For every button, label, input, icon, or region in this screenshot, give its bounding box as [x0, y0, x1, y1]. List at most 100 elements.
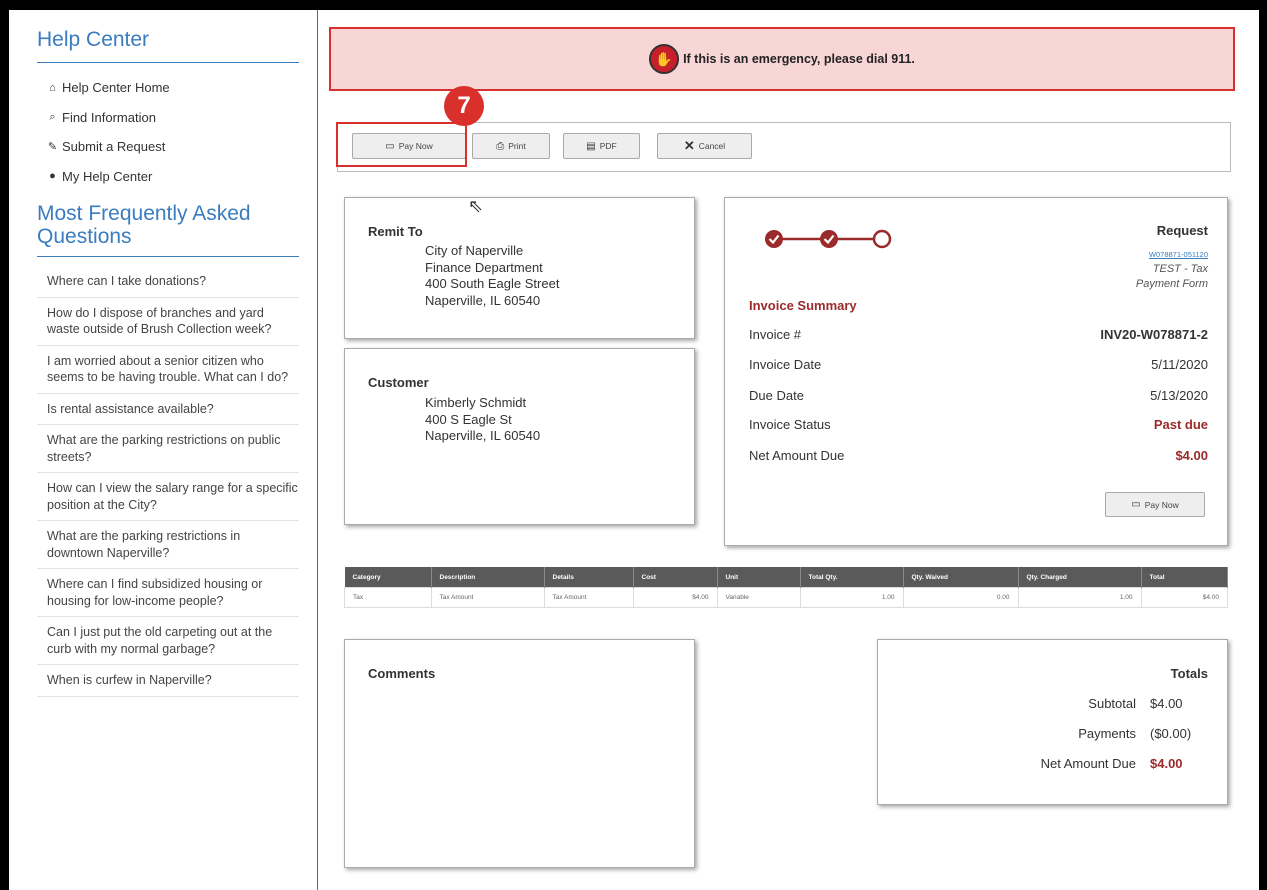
invoice-number-row: Invoice # INV20-W078871-2: [749, 327, 1208, 342]
alert-text: If this is an emergency, please dial 911…: [683, 52, 915, 66]
invoice-summary-title: Invoice Summary: [749, 298, 857, 313]
net-amount-due-row: Net Amount Due $4.00: [749, 448, 1208, 463]
stop-hand-icon: ✋: [649, 44, 680, 74]
totals-heading: Totals: [1170, 666, 1208, 681]
column-header: Total Qty.: [800, 567, 904, 588]
cell-qty-charged: 1.00: [1017, 587, 1142, 608]
column-header: Details: [544, 567, 634, 588]
address-line: Naperville, IL 60540: [425, 428, 541, 443]
faq-item[interactable]: Can I just put the old carpeting out at …: [37, 617, 299, 665]
nav-my-help-center[interactable]: ● My Help Center: [47, 162, 317, 192]
faq-item[interactable]: What are the parking restrictions on pub…: [37, 425, 299, 473]
home-icon: ⌂: [49, 81, 56, 94]
column-header: Qty. Charged: [1018, 567, 1142, 588]
nav-find-information[interactable]: ⌕ Find Information: [47, 103, 317, 133]
invoice-toolbar: ▭ Pay Now ⎙ Print ▤ PDF ✕ Cancel: [337, 122, 1231, 172]
status-badge: Past due: [1153, 417, 1208, 432]
line-items-table: Category Description Details Cost Unit T…: [344, 567, 1228, 608]
search-icon: ⌕: [49, 110, 56, 123]
address-line: City of Naperville: [425, 243, 524, 258]
step-complete-icon: [820, 230, 838, 248]
invoice-number: INV20-W078871-2: [1100, 327, 1208, 342]
nav-label: My Help Center: [62, 168, 153, 184]
sidebar: Help Center ⌂ Help Center Home ⌕ Find In…: [9, 10, 318, 890]
edit-icon: ✎: [47, 141, 58, 154]
main-content: ✋ If this is an emergency, please dial 9…: [327, 10, 1259, 890]
invoice-summary-card: Request W078871-051120 TEST - Tax Paymen…: [724, 197, 1228, 546]
faq-title: Most Frequently Asked Questions: [37, 202, 299, 257]
user-icon: ●: [49, 170, 56, 183]
address-line: Kimberly Schmidt: [425, 395, 527, 410]
invoice-date: 5/11/2020: [1151, 357, 1208, 372]
totals-card: Totals Subtotal $4.00 Payments ($0.00) N…: [877, 639, 1228, 805]
row-label: Due Date: [749, 388, 804, 403]
nav-submit-request[interactable]: ✎ Submit a Request: [47, 132, 317, 162]
sidebar-nav: ⌂ Help Center Home ⌕ Find Information ✎ …: [47, 73, 317, 191]
row-label: Invoice Date: [749, 357, 822, 372]
print-icon: ⎙: [496, 140, 505, 152]
payments-value: ($0.00): [1150, 726, 1192, 741]
cell-qty-waived: 0.00: [902, 587, 1019, 608]
cancel-button[interactable]: ✕ Cancel: [657, 133, 752, 159]
faq-item[interactable]: Where can I take donations?: [37, 266, 299, 298]
comments-heading: Comments: [368, 666, 436, 681]
customer-address: Kimberly Schmidt 400 S Eagle St Napervil…: [425, 395, 540, 445]
subtotal-value: $4.00: [1150, 696, 1183, 711]
table-row: Tax Tax Amount Tax Amount $4.00 Variable…: [344, 587, 1228, 608]
invoice-status-row: Invoice Status Past due: [749, 417, 1208, 432]
cell-category: Tax: [344, 587, 432, 608]
due-date: 5/13/2020: [1150, 388, 1208, 403]
nav-label: Help Center Home: [62, 80, 170, 96]
credit-card-icon: ▭: [385, 140, 395, 152]
faq-item[interactable]: How can I view the salary range for a sp…: [37, 473, 299, 521]
net-amount-value: $4.00: [1150, 756, 1183, 771]
request-heading: Request: [1156, 223, 1208, 238]
faq-item[interactable]: Is rental assistance available?: [37, 394, 299, 425]
due-date-row: Due Date 5/13/2020: [749, 388, 1208, 403]
request-id-link[interactable]: W078871-051120: [1149, 250, 1208, 259]
row-label: Invoice Status: [749, 417, 831, 432]
nav-label: Submit a Request: [62, 139, 166, 155]
invoice-date-row: Invoice Date 5/11/2020: [749, 357, 1208, 372]
column-header: Cost: [633, 567, 718, 588]
remit-to-heading: Remit To: [368, 224, 423, 239]
address-line: Naperville, IL 60540: [425, 292, 541, 308]
emergency-alert: ✋ If this is an emergency, please dial 9…: [329, 27, 1235, 91]
pay-now-button-secondary[interactable]: ▭ Pay Now: [1105, 492, 1205, 517]
pdf-button[interactable]: ▤ PDF: [563, 133, 640, 159]
faq-item[interactable]: When is curfew in Naperville?: [37, 665, 299, 697]
column-header: Qty. Waived: [903, 567, 1019, 588]
nav-help-center-home[interactable]: ⌂ Help Center Home: [47, 73, 317, 103]
close-icon: ✕: [683, 138, 695, 153]
request-name: TEST - Tax Payment Form: [1135, 263, 1208, 290]
payments-label: Payments: [1078, 726, 1136, 741]
mouse-cursor-icon: ⇖: [468, 196, 484, 216]
sidebar-title: Help Center: [37, 10, 299, 63]
pay-now-button[interactable]: ▭ Pay Now: [352, 133, 466, 159]
faq-item[interactable]: How do I dispose of branches and yard wa…: [37, 298, 299, 346]
cell-total-qty: 1.00: [799, 587, 904, 608]
row-label: Net Amount Due: [749, 448, 845, 463]
address-line: 400 South Eagle Street: [425, 276, 560, 291]
faq-item[interactable]: What are the parking restrictions in dow…: [37, 521, 299, 569]
cancel-label: Cancel: [698, 141, 726, 151]
cell-details: Tax Amount: [543, 587, 634, 608]
cell-cost: $4.00: [632, 587, 718, 608]
step-badge: 7: [444, 86, 484, 126]
column-header: Description: [431, 567, 545, 588]
subtotal-label: Subtotal: [1088, 696, 1136, 711]
nav-label: Find Information: [62, 109, 156, 125]
pdf-label: PDF: [599, 141, 617, 151]
credit-card-icon: ▭: [1131, 499, 1141, 510]
column-header: Total: [1141, 567, 1228, 588]
faq-item[interactable]: Where can I find subsidized housing or h…: [37, 569, 299, 617]
print-label: Print: [508, 141, 526, 151]
pdf-icon: ▤: [586, 140, 596, 152]
faq-item[interactable]: I am worried about a senior citizen who …: [37, 346, 299, 394]
step-pending-icon: [872, 229, 892, 249]
row-label: Invoice #: [749, 327, 802, 342]
net-amount-label: Net Amount Due: [1040, 756, 1136, 771]
print-button[interactable]: ⎙ Print: [472, 133, 550, 159]
cell-total: $4.00: [1140, 587, 1228, 608]
column-header: Category: [344, 567, 432, 588]
